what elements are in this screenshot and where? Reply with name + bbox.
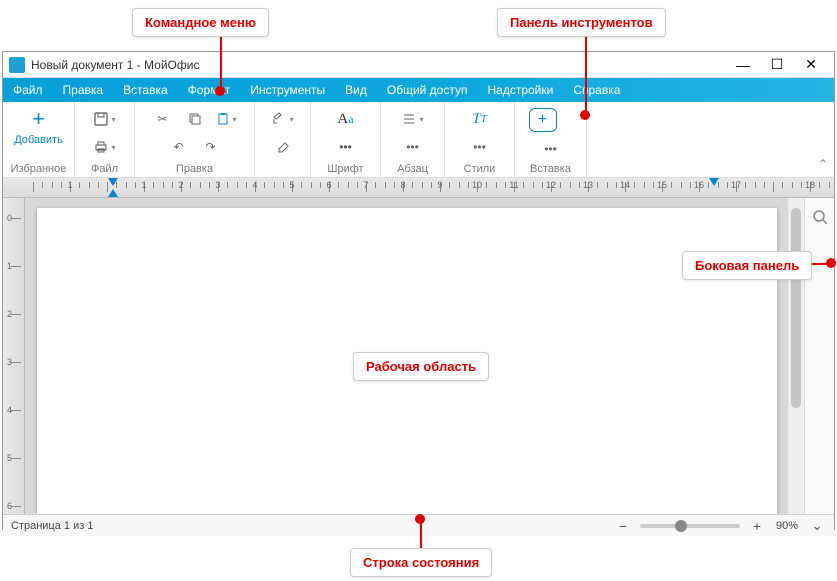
scroll-thumb[interactable]	[791, 208, 801, 408]
group-label-font: Шрифт	[327, 163, 363, 175]
group-label-favorites: Избранное	[11, 163, 67, 175]
font-style-button[interactable]: Aa	[324, 108, 368, 130]
zoom-slider[interactable]	[640, 524, 740, 528]
callout-statusbar-dot	[415, 514, 425, 524]
callout-menu-dot	[215, 86, 225, 96]
toolbar-spacer	[587, 102, 812, 177]
callout-statusbar: Строка состояния	[350, 548, 492, 577]
group-label-insert: Вставка	[530, 163, 571, 175]
add-label: Добавить	[14, 134, 63, 146]
close-button[interactable]: ✕	[794, 52, 828, 78]
cut-button[interactable]: ✂	[150, 108, 176, 130]
list-button[interactable]: ▾	[400, 108, 426, 130]
eraser-button[interactable]	[270, 136, 296, 158]
format-painter-button[interactable]: ▾	[270, 108, 296, 130]
styles-more-button[interactable]: •••	[458, 136, 502, 158]
group-font: Aa ••• Шрифт	[311, 102, 381, 177]
plus-icon: +	[32, 108, 45, 130]
callout-toolbar-line	[585, 34, 587, 114]
vertical-scrollbar[interactable]	[788, 198, 804, 514]
minimize-button[interactable]: —	[726, 52, 760, 78]
left-indent[interactable]	[108, 189, 118, 197]
insert-button[interactable]: +	[529, 108, 557, 132]
menu-share[interactable]: Общий доступ	[377, 78, 478, 102]
print-button[interactable]: ▾	[92, 136, 118, 158]
group-label-file: Файл	[91, 163, 118, 175]
paste-button[interactable]: ▾	[214, 108, 240, 130]
menu-help[interactable]: Справка	[563, 78, 630, 102]
toolbar: + Добавить Избранное ▾ ▾ Файл ✂ ▾ ↶ ↷ Пр…	[3, 102, 834, 178]
group-label-edit: Правка	[176, 163, 213, 175]
side-panel	[804, 198, 834, 514]
horizontal-ruler[interactable]: 1123456789101112131415161718	[3, 178, 834, 198]
menu-file[interactable]: Файл	[3, 78, 53, 102]
add-button[interactable]: + Добавить	[14, 108, 63, 146]
group-file: ▾ ▾ Файл	[75, 102, 135, 177]
styles-button[interactable]: TT	[458, 108, 502, 130]
zoom-knob[interactable]	[675, 520, 687, 532]
menu-addons[interactable]: Надстройки	[477, 78, 563, 102]
group-label-paragraph: Абзац	[397, 163, 428, 175]
group-paragraph: ▾ ••• Абзац	[381, 102, 445, 177]
group-favorites: + Добавить Избранное	[3, 102, 75, 177]
titlebar: Новый документ 1 - МойОфис — ☐ ✕	[3, 52, 834, 78]
callout-menu: Командное меню	[132, 8, 269, 37]
callout-workarea: Рабочая область	[353, 352, 489, 381]
callout-menu-line	[220, 34, 222, 90]
maximize-button[interactable]: ☐	[760, 52, 794, 78]
vertical-ruler[interactable]: 0123456	[3, 198, 25, 514]
group-styles: TT ••• Стили	[445, 102, 515, 177]
callout-toolbar: Панель инструментов	[497, 8, 666, 37]
menubar: Файл Правка Вставка Формат Инструменты В…	[3, 78, 834, 102]
menu-format[interactable]: Формат	[178, 78, 241, 102]
app-icon	[9, 57, 25, 73]
callout-sidebar: Боковая панель	[682, 251, 812, 280]
zoom-in-button[interactable]: +	[748, 518, 766, 534]
font-more-button[interactable]: •••	[324, 136, 368, 158]
zoom-value[interactable]: 90%	[776, 520, 798, 532]
group-format-tools: ▾	[255, 102, 311, 177]
toolbar-collapse-button[interactable]: ⌃	[812, 102, 834, 177]
callout-sidebar-dot	[826, 258, 836, 268]
redo-button[interactable]: ↷	[198, 136, 224, 158]
search-icon[interactable]	[811, 208, 829, 226]
save-button[interactable]: ▾	[92, 108, 118, 130]
insert-more-button[interactable]: •••	[529, 138, 573, 160]
app-window: Новый документ 1 - МойОфис — ☐ ✕ Файл Пр…	[2, 51, 835, 530]
zoom-dropdown[interactable]: ⌄	[808, 517, 826, 534]
menu-view[interactable]: Вид	[335, 78, 377, 102]
group-edit: ✂ ▾ ↶ ↷ Правка	[135, 102, 255, 177]
window-title: Новый документ 1 - МойОфис	[31, 58, 726, 72]
copy-button[interactable]	[182, 108, 208, 130]
zoom-out-button[interactable]: −	[614, 518, 632, 534]
menu-tools[interactable]: Инструменты	[240, 78, 335, 102]
undo-button[interactable]: ↶	[166, 136, 192, 158]
page-indicator[interactable]: Страница 1 из 1	[11, 520, 93, 532]
group-label-empty	[281, 163, 284, 175]
callout-statusbar-line	[420, 520, 422, 550]
group-label-styles: Стили	[464, 163, 496, 175]
menu-edit[interactable]: Правка	[53, 78, 114, 102]
paragraph-more-button[interactable]: •••	[400, 136, 426, 158]
menu-insert[interactable]: Вставка	[113, 78, 178, 102]
group-insert: + ••• Вставка	[515, 102, 587, 177]
callout-toolbar-dot	[580, 110, 590, 120]
